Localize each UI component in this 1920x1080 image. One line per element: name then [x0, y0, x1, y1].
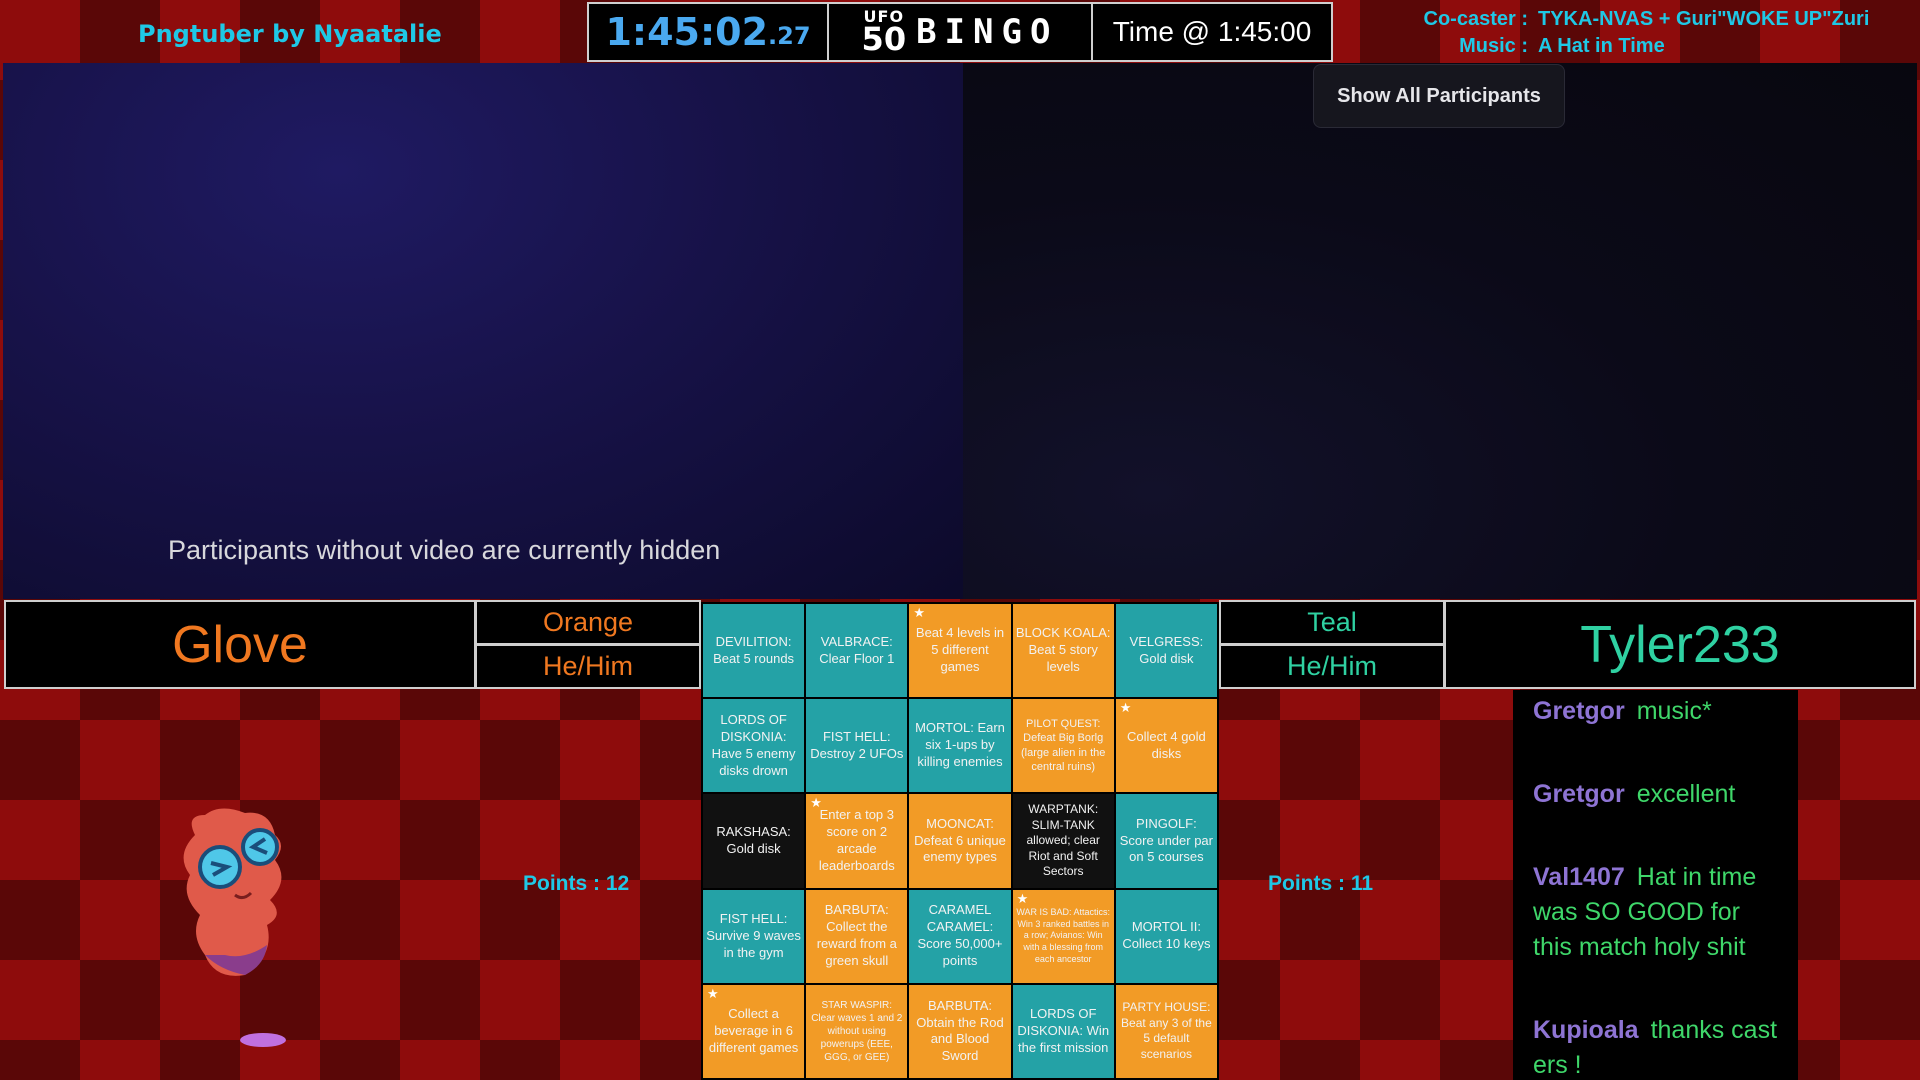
- chat-message: Gretgor music*: [1533, 694, 1778, 729]
- chat-username[interactable]: Kupioala: [1533, 1016, 1639, 1044]
- music-value: A Hat in Time: [1538, 35, 1665, 57]
- bingo-cell-text: WARPTANK: SLIM-TANK allowed; clear Riot …: [1026, 802, 1100, 879]
- bingo-cell-text: WAR IS BAD: Attactics: Win 3 ranked batt…: [1016, 906, 1111, 964]
- bingo-cell-text: FIST HELL: Destroy 2 UFOs: [810, 728, 904, 761]
- bingo-cell[interactable]: FIST HELL: Survive 9 waves in the gym: [703, 889, 805, 983]
- player-right-name: Tyler233: [1444, 600, 1916, 689]
- chat-message: Val1407 Hat in time was SO GOOD for this …: [1533, 860, 1778, 965]
- bingo-cell-text: Collect 4 gold disks: [1127, 728, 1206, 761]
- player-left-pronouns: He/Him: [475, 644, 701, 689]
- bingo-cell[interactable]: BARBUTA: Obtain the Rod and Blood Sword: [909, 984, 1011, 1078]
- bingo-cell[interactable]: BARBUTA: Collect the reward from a green…: [806, 889, 908, 983]
- bingo-cell[interactable]: PINGOLF: Score under par on 5 courses: [1115, 794, 1217, 888]
- bingo-cell[interactable]: ★ Collect 4 gold disks: [1115, 699, 1217, 793]
- logo-num-text: 50: [861, 19, 907, 58]
- bingo-cell[interactable]: LORDS OF DISKONIA: Have 5 enemy disks dr…: [703, 699, 805, 793]
- bingo-cell[interactable]: FIST HELL: Destroy 2 UFOs: [806, 699, 908, 793]
- timer-hms: 1:45:02: [605, 10, 769, 54]
- bingo-cell[interactable]: STAR WASPIR: Clear waves 1 and 2 without…: [806, 984, 908, 1078]
- chat-username[interactable]: Gretgor: [1533, 697, 1625, 725]
- bingo-cell[interactable]: WARPTANK: SLIM-TANK allowed; clear Riot …: [1012, 794, 1114, 888]
- star-icon: ★: [1016, 890, 1029, 906]
- bingo-cell-text: RAKSHASA: Gold disk: [716, 824, 791, 856]
- bingo-cell-text: MORTOL II: Collect 10 keys: [1122, 919, 1211, 952]
- music-label: Music :: [1459, 35, 1528, 57]
- bingo-cell-text: Collect a beverage in 6 different games: [708, 1006, 799, 1055]
- chat-text: music*: [1636, 697, 1712, 725]
- chat-username[interactable]: Val1407: [1533, 863, 1625, 891]
- video-panel-left: [3, 63, 963, 599]
- chat-text: excellent: [1636, 780, 1736, 808]
- bingo-cell-text: VELGRESS: Gold disk: [1129, 633, 1204, 666]
- bingo-cell-text: STAR WASPIR: Clear waves 1 and 2 without…: [811, 999, 903, 1063]
- cocaster-label: Co-caster :: [1423, 8, 1528, 30]
- bingo-cell[interactable]: PILOT QUEST: Defeat Big Borlg (large ali…: [1012, 699, 1114, 793]
- star-icon: ★: [1119, 700, 1132, 716]
- bingo-cell[interactable]: ★ Enter a top 3 score on 2 arcade leaderb…: [806, 794, 908, 888]
- timer-ms: .27: [768, 22, 811, 50]
- star-icon: ★: [913, 605, 926, 620]
- bingo-cell[interactable]: BLOCK KOALA: Beat 5 story levels: [1012, 604, 1114, 698]
- bingo-cell[interactable]: VALBRACE: Clear Floor 1: [806, 604, 908, 698]
- player-right-color: Teal: [1219, 600, 1445, 645]
- show-all-participants-button[interactable]: Show All Participants: [1313, 64, 1565, 128]
- bingo-cell-text: Enter a top 3 score on 2 arcade leaderbo…: [818, 807, 895, 873]
- cocaster-value: TYKA-NVAS + Guri"WOKE UP"Zuri: [1538, 8, 1870, 30]
- bingo-cell-text: PILOT QUEST: Defeat Big Borlg (large ali…: [1021, 718, 1106, 774]
- hidden-participants-message: Participants without video are currently…: [168, 535, 721, 565]
- bingo-cell[interactable]: ★ Collect a beverage in 6 different games: [703, 984, 805, 1078]
- bingo-cell-text: LORDS OF DISKONIA: Win the first mission: [1017, 1006, 1110, 1055]
- bingo-cell-text: LORDS OF DISKONIA: Have 5 enemy disks dr…: [711, 712, 796, 778]
- chat-username[interactable]: Gretgor: [1533, 780, 1625, 808]
- music-row: Music : A Hat in Time: [1413, 33, 1869, 60]
- star-icon: ★: [810, 795, 822, 811]
- bingo-cell[interactable]: CARAMEL CARAMEL: Score 50,000+ points: [909, 889, 1011, 983]
- pngtuber-credit: Pngtuber by Nyaatalie: [138, 20, 442, 48]
- bingo-cell-text: DEVILITION: Beat 5 rounds: [713, 633, 795, 666]
- bingo-cell-text: BARBUTA: Collect the reward from a green…: [816, 902, 897, 969]
- bingo-cell-text: Beat 4 levels in 5 different games: [915, 625, 1005, 675]
- bingo-cell[interactable]: PARTY HOUSE: Beat any 3 of the 5 default…: [1115, 984, 1217, 1078]
- chat-message: Kupioala thanks cast ers !: [1533, 1013, 1778, 1080]
- player-right-pronouns: He/Him: [1219, 644, 1445, 689]
- bingo-cell[interactable]: MORTOL II: Collect 10 keys: [1115, 889, 1217, 983]
- star-icon: ★: [707, 985, 719, 1001]
- bingo-cell-text: MORTOL: Earn six 1-ups by killing enemie…: [915, 720, 1005, 770]
- bingo-cell[interactable]: VELGRESS: Gold disk: [1115, 604, 1217, 698]
- bingo-cell-text: CARAMEL CARAMEL: Score 50,000+ points: [917, 902, 1003, 969]
- timer-bar: 1:45:02.27 UFO 50 BINGO Time @ 1:45:00: [587, 2, 1333, 62]
- bingo-cell-text: BLOCK KOALA: Beat 5 story levels: [1015, 625, 1111, 675]
- race-timer: 1:45:02.27: [589, 4, 829, 60]
- bingo-cell-text: PINGOLF: Score under par on 5 courses: [1119, 815, 1213, 865]
- bingo-cell-text: PARTY HOUSE: Beat any 3 of the 5 default…: [1121, 1000, 1212, 1061]
- chat-panel: Gretgor music* Gretgor excellent Val1407 Hat …: [1513, 690, 1798, 1080]
- bingo-cell-text: FIST HELL: Survive 9 waves in the gym: [706, 910, 801, 960]
- player-left-name: Glove: [4, 600, 476, 689]
- bingo-cell[interactable]: MOONCAT: Defeat 6 unique enemy types: [909, 794, 1011, 888]
- bingo-board: DEVILITION: Beat 5 rounds VALBRACE: Clear…: [701, 602, 1219, 1080]
- logo-bingo-text: BINGO: [916, 12, 1059, 52]
- player-left-color: Orange: [475, 600, 701, 645]
- cocaster-row: Co-caster : TYKA-NVAS + Guri"WOKE UP"Zur…: [1413, 6, 1870, 33]
- caster-info: Co-caster : TYKA-NVAS + Guri"WOKE UP"Zur…: [1413, 6, 1870, 60]
- ufo50-logo-mark: UFO 50: [861, 9, 907, 58]
- bingo-cell-text: MOONCAT: Defeat 6 unique enemy types: [914, 815, 1006, 865]
- bingo-cell[interactable]: DEVILITION: Beat 5 rounds: [703, 604, 805, 698]
- time-checkpoint: Time @ 1:45:00: [1112, 16, 1312, 47]
- pngtuber-avatar: [183, 808, 282, 976]
- bingo-cell[interactable]: RAKSHASA: Gold disk: [703, 794, 805, 888]
- chat-message: Gretgor excellent: [1533, 777, 1778, 812]
- bingo-cell[interactable]: MORTOL: Earn six 1-ups by killing enemie…: [909, 699, 1011, 793]
- bingo-cell-text: VALBRACE: Clear Floor 1: [819, 633, 895, 666]
- player-right-points: Points : 11: [1268, 872, 1374, 895]
- player-left-points: Points : 12: [523, 872, 630, 895]
- bingo-cell-text: BARBUTA: Obtain the Rod and Blood Sword: [916, 997, 1004, 1064]
- bingo-cell[interactable]: ★ WAR IS BAD: Attactics: Win 3 ranked bat…: [1012, 889, 1114, 983]
- bingo-cell[interactable]: LORDS OF DISKONIA: Win the first mission: [1012, 984, 1114, 1078]
- bingo-cell[interactable]: ★ Beat 4 levels in 5 different games: [909, 604, 1011, 698]
- ufo50-bingo-logo: UFO 50 BINGO: [829, 4, 1093, 60]
- avatar-shadow: [240, 1033, 286, 1047]
- video-panel-right: [963, 63, 1917, 599]
